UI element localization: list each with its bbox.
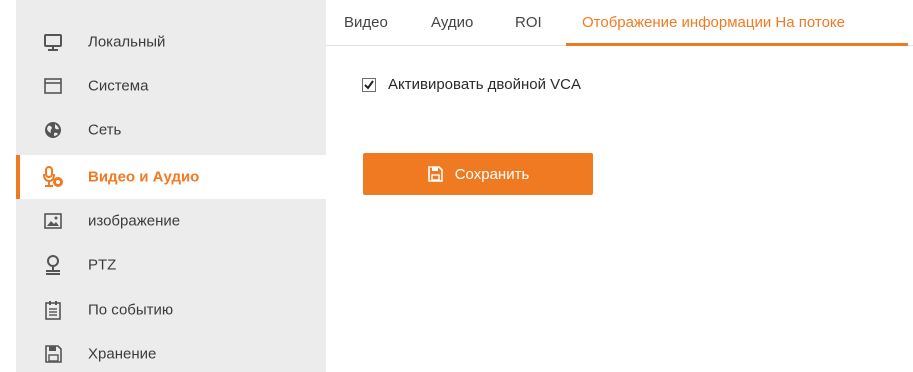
sidebar-item-label: Сеть <box>88 121 122 139</box>
sidebar-item-label: Хранение <box>88 345 157 363</box>
monitor-icon <box>42 31 64 53</box>
tab-audio[interactable]: Аудио <box>431 14 473 31</box>
sidebar-item-image[interactable]: изображение <box>16 199 326 243</box>
tab-osd-info-on-stream[interactable]: Отображение информации На потоке <box>582 14 845 31</box>
image-icon <box>42 210 64 232</box>
calendar-icon <box>42 299 64 321</box>
save-button[interactable]: Сохранить <box>363 153 593 195</box>
sidebar: Локальный Система Сеть Видео и Аудио изо… <box>16 0 326 372</box>
sidebar-item-label: Система <box>88 77 149 95</box>
sidebar-item-label: По событию <box>88 301 174 319</box>
sidebar-item-ptz[interactable]: PTZ <box>16 243 326 287</box>
floppy-icon <box>427 166 443 182</box>
save-button-label: Сохранить <box>454 165 530 183</box>
tab-video[interactable]: Видео <box>344 14 388 31</box>
sidebar-item-local[interactable]: Локальный <box>16 20 326 64</box>
dual-vca-label: Активировать двойной VCA <box>388 76 581 93</box>
sidebar-item-video-audio[interactable]: Видео и Аудио <box>16 155 326 199</box>
tab-roi[interactable]: ROI <box>515 14 542 31</box>
sidebar-item-label: изображение <box>88 212 181 230</box>
active-tab-indicator <box>566 43 908 46</box>
sidebar-item-event[interactable]: По событию <box>16 288 326 332</box>
checkmark-icon <box>364 79 374 90</box>
tab-bar: Видео Аудио ROI Отображение информации Н… <box>326 0 913 46</box>
ptz-icon <box>42 254 64 276</box>
sidebar-item-label: PTZ <box>88 256 117 274</box>
sidebar-item-label: Видео и Аудио <box>88 168 200 186</box>
globe-icon <box>42 119 64 141</box>
sidebar-item-storage[interactable]: Хранение <box>16 332 326 372</box>
mic-camera-icon <box>42 166 64 188</box>
dual-vca-checkbox[interactable] <box>362 77 376 92</box>
sidebar-item-system[interactable]: Система <box>16 64 326 108</box>
floppy-icon <box>42 343 64 365</box>
window-icon <box>42 75 64 97</box>
sidebar-item-network[interactable]: Сеть <box>16 108 326 152</box>
sidebar-item-label: Локальный <box>88 33 166 51</box>
dual-vca-row: Активировать двойной VCA <box>362 76 581 93</box>
